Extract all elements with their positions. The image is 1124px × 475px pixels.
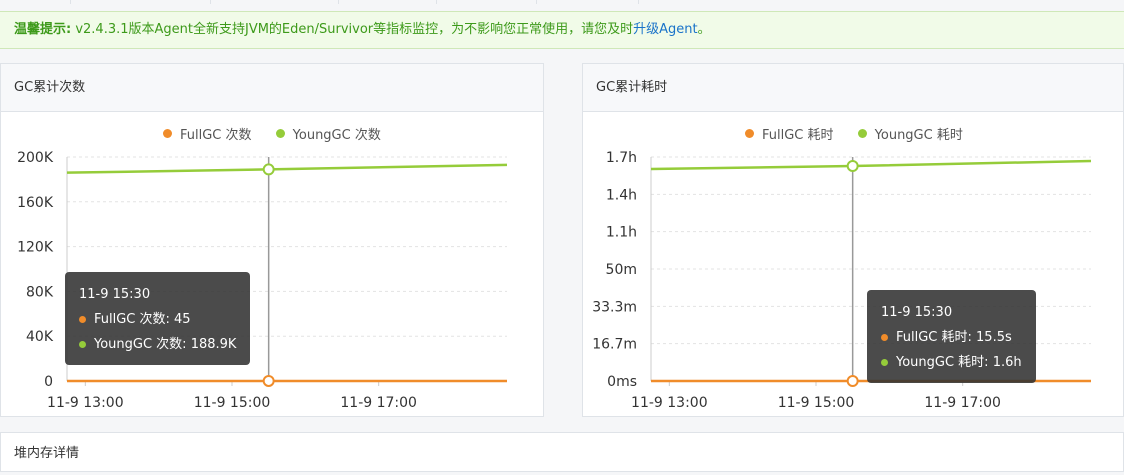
younggc-line	[66, 163, 508, 174]
upgrade-notice: 温馨提示: v2.4.3.1版本Agent全新支持JVM的Eden/Surviv…	[0, 11, 1124, 49]
x-tick-label: 11-9 15:00	[194, 395, 271, 411]
tooltip-younggc: YoungGC 耗时: 1.6h	[896, 355, 1022, 370]
tab-divider	[638, 0, 639, 4]
fullgc-hover-point	[262, 374, 275, 387]
gc-count-panel: GC累计次数 FullGC 次数 YoungGC 次数 200K 160K 120K…	[0, 63, 544, 417]
younggc-hover-point	[262, 163, 275, 176]
y-tick-label: 1.4h	[606, 187, 637, 203]
y-tick-label: 1.7h	[606, 150, 637, 166]
tab-divider	[338, 0, 339, 4]
tab-divider	[210, 0, 211, 4]
x-tick-label: 11-9 15:00	[778, 395, 855, 411]
x-tick-label: 11-9 17:00	[340, 395, 417, 411]
chart-tooltip: 11-9 15:30 FullGC 耗时: 15.5s YoungGC 耗时: …	[867, 290, 1036, 383]
x-tick-label: 11-9 13:00	[631, 395, 708, 411]
tooltip-dot	[79, 316, 86, 323]
tooltip-fullgc: FullGC 耗时: 15.5s	[896, 330, 1012, 345]
y-tick-label: 1.1h	[606, 225, 637, 241]
tooltip-dot	[79, 341, 86, 348]
x-tick-label: 11-9 17:00	[924, 395, 1001, 411]
y-tick-label: 40K	[26, 329, 54, 345]
tab-strip	[0, 0, 1124, 4]
notice-text-end: 。	[697, 22, 711, 37]
notice-label: 温馨提示:	[14, 22, 72, 37]
tooltip-dot	[881, 359, 888, 366]
y-tick-label: 120K	[17, 240, 54, 256]
tab-divider	[436, 0, 437, 4]
fullgc-hover-point	[846, 375, 859, 387]
y-tick-label: 16.7m	[592, 337, 637, 353]
tab-divider	[70, 0, 71, 4]
heap-detail-panel: 堆内存详情	[0, 432, 1124, 472]
panel-title: GC累计耗时	[583, 64, 1123, 112]
chart-tooltip: 11-9 15:30 FullGC 次数: 45 YoungGC 次数: 188…	[65, 272, 251, 365]
tooltip-time: 11-9 15:30	[881, 305, 953, 320]
y-tick-label: 160K	[17, 195, 54, 211]
y-tick-label: 50m	[606, 262, 637, 278]
gc-time-chart[interactable]: 1.7h 1.4h 1.1h 50m 33.3m 16.7m 0ms 11-9 13:00 11…	[583, 111, 1124, 417]
tab-divider	[536, 0, 537, 4]
tooltip-fullgc: FullGC 次数: 45	[94, 312, 191, 327]
gc-time-panel: GC累计耗时 FullGC 耗时 YoungGC 耗时 1.7h 1.4h 1.1h…	[582, 63, 1124, 417]
y-tick-label: 0ms	[607, 374, 637, 390]
panel-title: GC累计次数	[1, 64, 543, 112]
x-tick-label: 11-9 13:00	[47, 395, 124, 411]
upgrade-agent-link[interactable]: 升级Agent	[633, 22, 697, 37]
notice-text: v2.4.3.1版本Agent全新支持JVM的Eden/Survivor等指标监…	[71, 22, 634, 37]
younggc-line	[650, 159, 1092, 171]
y-tick-label: 80K	[26, 284, 54, 300]
gc-count-chart[interactable]: 200K 160K 120K 80K 40K 0 11-9 13:00 11-9 15:00 1…	[1, 111, 545, 417]
y-tick-label: 200K	[17, 150, 54, 166]
panel-title: 堆内存详情	[14, 446, 80, 461]
younggc-hover-point	[846, 160, 859, 172]
y-tick-label: 0	[44, 374, 53, 390]
tooltip-younggc: YoungGC 次数: 188.9K	[94, 337, 237, 352]
y-tick-label: 33.3m	[592, 299, 637, 315]
tooltip-time: 11-9 15:30	[79, 287, 151, 302]
tooltip-dot	[881, 334, 888, 341]
